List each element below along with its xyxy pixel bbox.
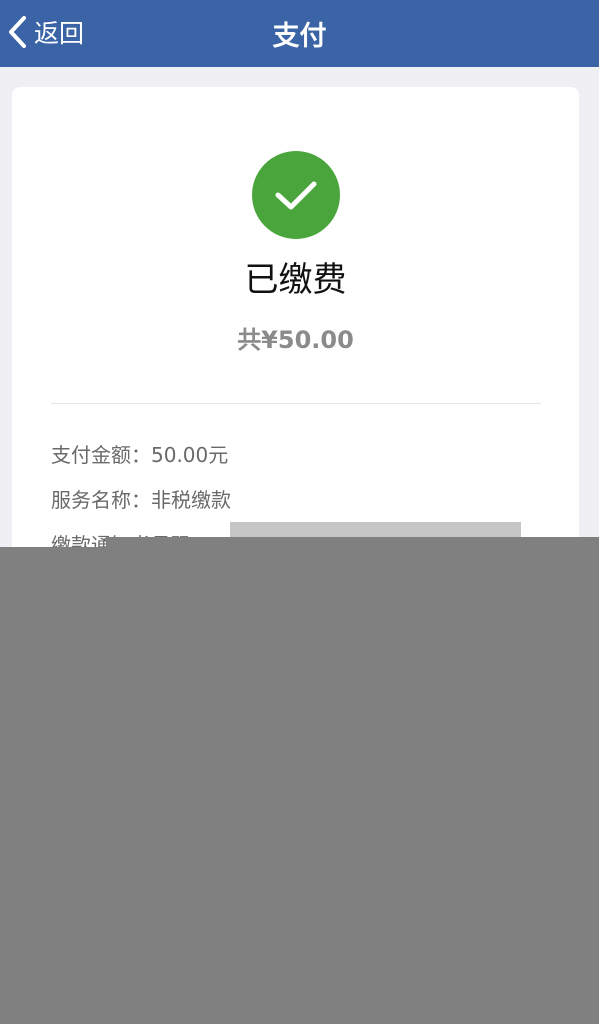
nav-header: 返回 支付 bbox=[0, 0, 599, 67]
status-title: 已缴费 bbox=[244, 260, 347, 300]
page-title: 支付 bbox=[272, 21, 327, 52]
redaction-overlay bbox=[0, 547, 599, 1024]
divider bbox=[51, 403, 541, 404]
payment-result-page: 返回 支付 已缴费 共¥50.00 支付金额：50.00元 服务名称：非税缴款 … bbox=[0, 0, 599, 1024]
service-name-row: 服务名称：非税缴款 bbox=[51, 488, 231, 512]
check-circle-icon bbox=[252, 151, 340, 239]
total-amount: 共¥50.00 bbox=[237, 326, 354, 354]
redaction-overlay-strip bbox=[106, 537, 599, 547]
payment-amount-row: 支付金额：50.00元 bbox=[51, 443, 229, 467]
